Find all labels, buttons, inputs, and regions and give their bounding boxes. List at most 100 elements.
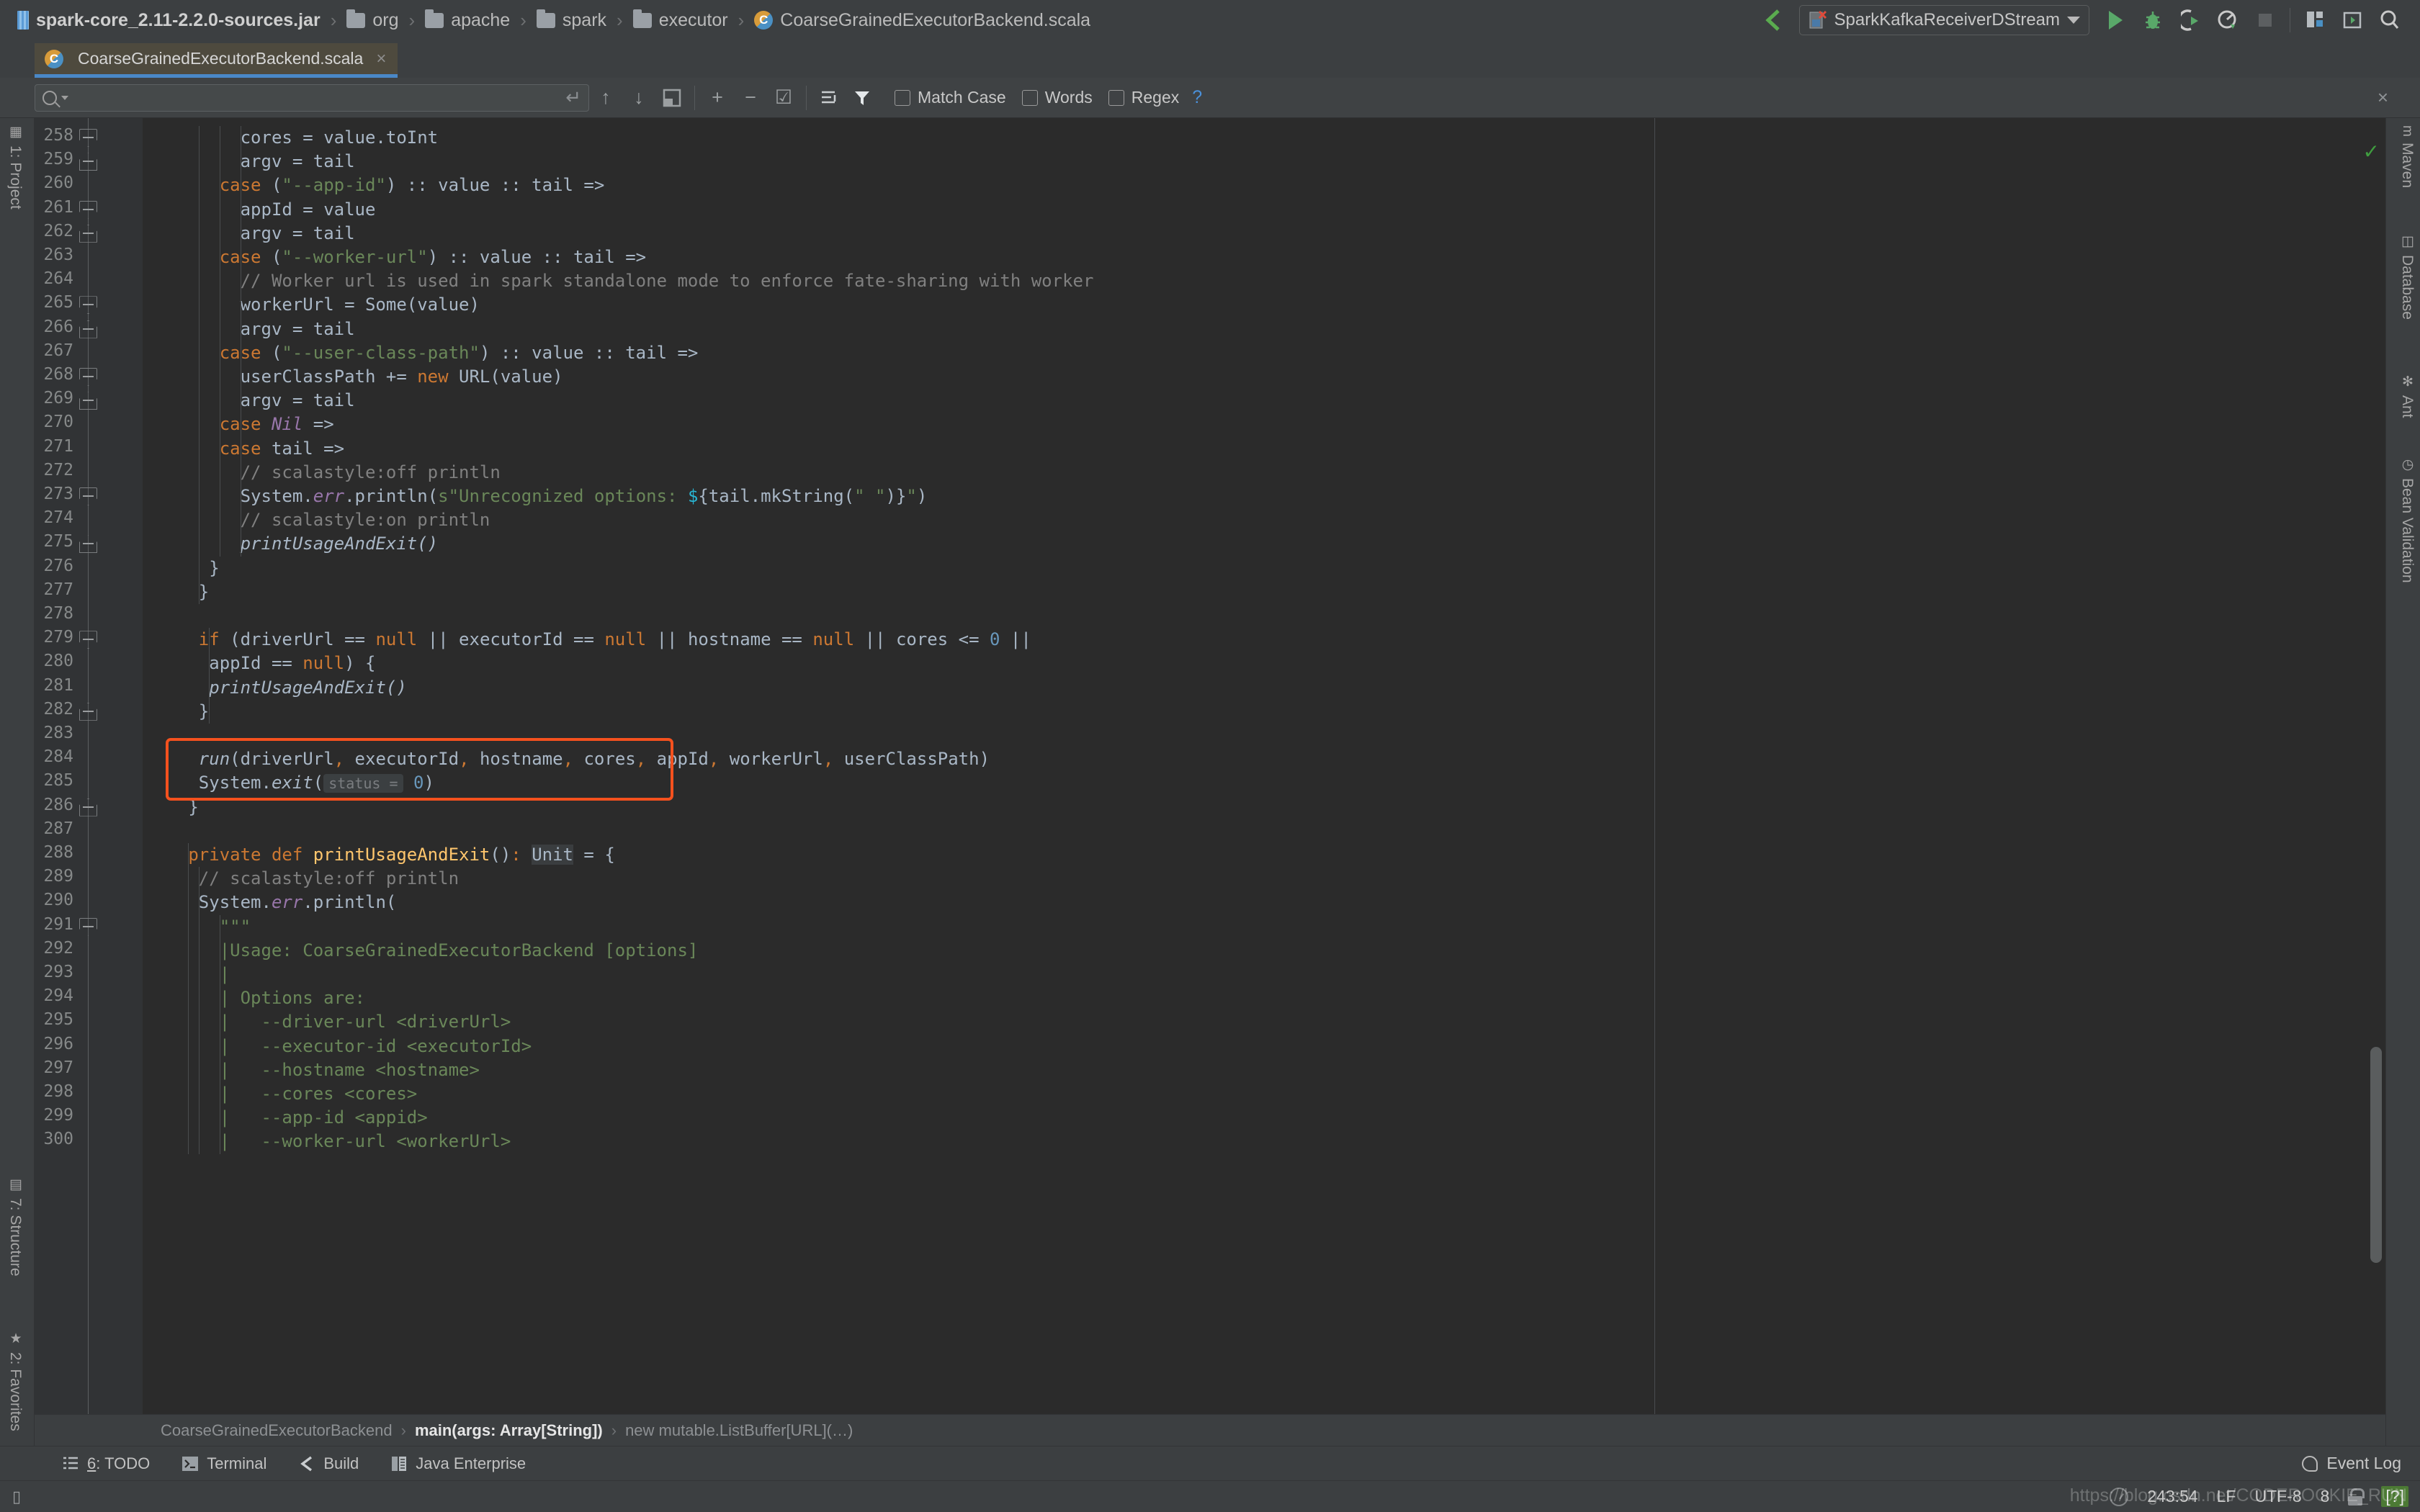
code-folding-column[interactable] [79,118,98,1414]
breadcrumb-executor[interactable]: executor [627,9,734,31]
code-fold-marker[interactable] [79,917,97,936]
code-fold-marker[interactable] [79,200,97,219]
code-fold-marker[interactable] [79,368,97,386]
code-fold-marker[interactable] [79,631,97,649]
editor-gutter[interactable]: 258 259 260 261 262 263 264 265 266 267 268 269 270 2… [35,118,143,1414]
help-icon[interactable]: ? [1192,87,1202,108]
select-occurrences-icon[interactable]: ☑ [767,81,800,114]
code-fold-marker[interactable] [79,320,97,338]
line-separator[interactable]: LF [2217,1487,2236,1506]
remove-selection-icon[interactable]: − [734,81,767,114]
code-editor[interactable]: 258 259 260 261 262 263 264 265 266 267 268 269 270 2… [35,118,2385,1414]
find-previous-icon[interactable]: ↑ [589,81,622,114]
code-token: appId [646,749,709,770]
match-case-option[interactable]: Match Case [895,88,1006,107]
sidebar-item-structure[interactable]: ▤ 7: Structure [6,1176,24,1277]
code-token: () [490,845,511,865]
line-number: 276 [43,556,73,575]
breadcrumb-class[interactable]: CoarseGrainedExecutorBackend [161,1421,393,1440]
sidebar-item-label: 7: Structure [7,1198,24,1277]
select-all-occurrences-icon[interactable] [655,81,689,114]
search-input[interactable] [73,88,562,107]
breadcrumb-apache[interactable]: apache [419,9,516,31]
close-icon[interactable]: × [376,49,386,69]
code-fold-marker[interactable] [79,798,97,816]
line-number: 261 [43,197,73,217]
bottom-tab-todo[interactable]: 6: TODO [46,1454,166,1473]
search-field-wrapper[interactable]: ↵ [35,84,589,112]
code-fold-marker[interactable] [79,129,97,147]
navigate-back-icon[interactable] [1754,4,1792,36]
run-with-coverage-icon[interactable] [2172,4,2209,36]
breadcrumb-label: apache [451,9,511,30]
read-only-lock-icon[interactable] [2348,1488,2365,1506]
inspection-ok-icon[interactable]: ✓ [2363,140,2380,163]
code-token: | --cores <cores> [219,1084,418,1104]
idea-window: spark-core_2.11-2.2.0-sources.jar › org … [0,0,2420,1512]
sidebar-item-maven[interactable]: m Maven [2398,125,2416,188]
filter-lines-icon[interactable] [812,81,846,114]
search-everywhere-icon[interactable] [2371,4,2408,36]
code-token: status = [323,774,403,793]
bottom-tab-build[interactable]: Build [282,1454,375,1473]
project-structure-icon[interactable] [2296,4,2334,36]
sidebar-item-bean-validation[interactable]: ◷ Bean Validation [2398,456,2416,583]
sidebar-item-project[interactable]: ▦ 1: Project [6,124,24,210]
code-token: " [906,486,917,506]
code-text-area[interactable]: cores = value.toInt argv = tail case ("--a… [143,118,2385,1414]
breadcrumb-spark[interactable]: spark [531,9,612,31]
code-line: | --app-id <appid> [220,1106,428,1130]
caret-position[interactable]: 243:54 [2147,1487,2197,1506]
bottom-tab-java-enterprise[interactable]: Java Enterprise [375,1454,542,1473]
code-token: argv = tail [240,151,355,172]
sidebar-item-database[interactable]: ◫ Database [2398,233,2416,320]
breadcrumb-expression[interactable]: new mutable.ListBuffer[URL](…) [625,1421,853,1440]
breadcrumb-jar[interactable]: spark-core_2.11-2.2.0-sources.jar [12,10,326,31]
folder-icon [346,9,366,28]
code-token: case [219,175,272,196]
context-badge[interactable]: [?] [2381,1486,2408,1507]
find-next-icon[interactable]: ↓ [622,81,655,114]
indent-size[interactable]: 8 [2321,1487,2330,1506]
profile-icon[interactable] [2209,4,2246,36]
code-fold-marker[interactable] [79,224,97,243]
memory-indicator-icon[interactable]: ▯ [0,1488,33,1506]
line-number: 286 [43,795,73,814]
code-fold-marker[interactable] [79,392,97,410]
code-fold-marker[interactable] [79,296,97,315]
maven-icon: m [2400,125,2415,137]
bottom-tab-terminal[interactable]: Terminal [166,1454,282,1473]
sidebar-item-favorites[interactable]: ★ 2: Favorites [6,1331,24,1431]
editor-scrollbar[interactable]: ✓ [2363,118,2385,1414]
scrollbar-thumb[interactable] [2370,1047,2382,1263]
run-icon[interactable] [2097,4,2134,36]
terminal-icon[interactable] [2334,4,2371,36]
checkbox[interactable] [895,89,910,106]
code-fold-marker[interactable] [79,153,97,171]
code-token: // scalastyle:off println [198,868,460,889]
event-log-button[interactable]: Event Log [2302,1454,2401,1473]
search-history-chevron-icon[interactable] [61,95,68,100]
code-fold-marker[interactable] [79,487,97,505]
editor-tab[interactable]: CoarseGrainedExecutorBackend.scala × [35,43,398,78]
checkbox[interactable] [1021,89,1038,106]
close-find-icon[interactable]: × [2378,86,2388,109]
breadcrumb-method[interactable]: main(args: Array[String]) [415,1421,603,1440]
debug-icon[interactable] [2134,4,2172,36]
words-option[interactable]: Words [1021,88,1093,107]
filter-icon[interactable] [846,81,879,114]
breadcrumb-org[interactable]: org [341,9,404,31]
code-token: ) :: value :: tail => [385,175,605,196]
code-token: : [511,845,521,865]
add-selection-icon[interactable]: + [701,81,734,114]
code-fold-marker[interactable] [79,702,97,721]
stop-icon[interactable] [2246,4,2284,36]
run-configuration-selector[interactable]: SparkKafkaReceiverDStream [1798,5,2089,35]
breadcrumb-file[interactable]: CoarseGrainedExecutorBackend.scala [748,10,1096,31]
regex-option[interactable]: Regex [1108,88,1179,107]
code-fold-marker[interactable] [79,535,97,554]
sidebar-item-ant[interactable]: ✻ Ant [2398,374,2416,418]
inspection-gauge-icon[interactable] [2110,1487,2129,1506]
checkbox[interactable] [1108,89,1124,106]
file-encoding[interactable]: UTF-8 [2254,1487,2301,1506]
